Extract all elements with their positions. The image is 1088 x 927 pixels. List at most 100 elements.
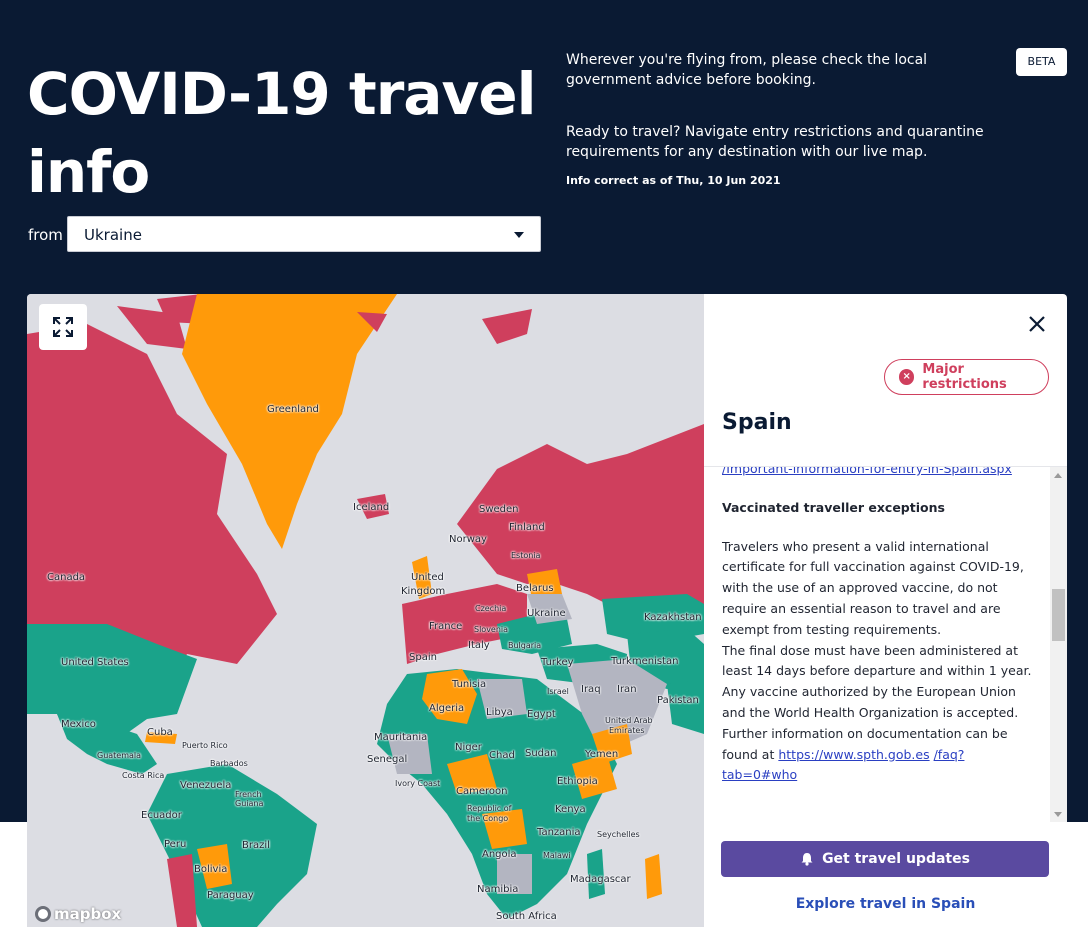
restriction-details[interactable]: /Important-information-for-entry-in-Spai… (704, 466, 1067, 822)
map-country-label: Tunisia (452, 679, 487, 690)
map-country-label: Kenya (555, 804, 586, 815)
map-country-label: Turkmenistan (611, 656, 679, 667)
map-country-label: Brazil (242, 840, 270, 851)
map-country-label: Pakistan (657, 695, 699, 706)
map-country-label: Algeria (429, 703, 465, 714)
map-country-label: Barbados (210, 759, 248, 768)
map-country-label: Puerto Rico (182, 741, 228, 750)
map-country-label: Angola (482, 849, 517, 860)
scroll-down-icon[interactable] (1054, 812, 1062, 817)
vaccination-paragraph: Travelers who present a valid internatio… (722, 538, 1024, 637)
map-country-label: Mauritania (374, 732, 428, 743)
map-country-label: Turkey (541, 657, 574, 668)
beta-badge: BETA (1016, 48, 1067, 76)
map-country-label: Greenland (267, 404, 319, 415)
spth-link[interactable]: https://www.spth.gob.es (778, 747, 929, 762)
map-country-label: Venezuela (180, 780, 232, 791)
map-country-label: Mexico (61, 719, 96, 730)
map-country-label: Tanzania (537, 827, 581, 838)
map-country-label: Iran (617, 684, 637, 695)
map-country-label: Paraguay (207, 890, 254, 901)
fullscreen-button[interactable] (39, 304, 87, 350)
map-country-label: Spain (409, 652, 437, 663)
map-country-label: Ecuador (141, 810, 182, 821)
map-country-label: Namibia (477, 884, 519, 895)
restriction-status-label: Major restrictions (922, 362, 1007, 392)
map-country-label: South Africa (496, 911, 557, 922)
map-country-label: Cameroon (456, 786, 508, 797)
explore-travel-link[interactable]: Explore travel in Spain (704, 896, 1067, 912)
restriction-status-badge: × Major restrictions (884, 359, 1049, 395)
map-country-label: Sudan (525, 748, 557, 759)
dose-paragraph-text: The final dose must have been administer… (722, 642, 1032, 762)
map-country-label: Slovenia (474, 625, 509, 634)
map-country-label: Yemen (585, 749, 619, 760)
map-country-label: Ukraine (527, 608, 566, 619)
map-country-label: Peru (164, 839, 187, 850)
origin-country-value: Ukraine (84, 226, 142, 244)
map-country-label: the Congo (467, 814, 509, 823)
entry-info-link[interactable]: /Important-information-for-entry-in-Spai… (722, 467, 1012, 476)
map-country-label: Israel (547, 687, 569, 696)
map-country-label: United Arab (605, 716, 653, 725)
map-country-label: Sweden (479, 504, 519, 515)
get-travel-updates-button[interactable]: Get travel updates (721, 841, 1049, 877)
map-country-label: Guatemala (97, 751, 142, 760)
expand-icon (53, 317, 73, 337)
page-title: COVID-19 travel info (27, 60, 536, 206)
map-country-label: United States (61, 657, 129, 668)
map-country-label: Costa Rica (122, 771, 165, 780)
bell-icon (801, 853, 813, 866)
mapbox-attribution[interactable]: mapbox (35, 905, 121, 923)
map-country-label: Estonia (511, 551, 541, 560)
section-heading: Vaccinated traveller exceptions (722, 499, 945, 515)
mapbox-text: mapbox (54, 905, 122, 923)
panel-scrollbar[interactable] (1050, 467, 1067, 822)
map-country-label: French (235, 790, 262, 799)
map-country-label: United (411, 572, 444, 583)
travel-map[interactable]: Greenland Iceland Canada Sweden Finland Norwa… (27, 294, 704, 927)
map-country-label: Italy (468, 640, 490, 651)
map-country-label: Ethiopia (557, 776, 598, 787)
map-country-label: Ivory Coast (395, 779, 441, 788)
map-country-label: Emirates (609, 726, 645, 735)
map-country-label: Cuba (147, 727, 173, 738)
x-circle-icon: × (899, 369, 915, 385)
restriction-details-content: /Important-information-for-entry-in-Spai… (722, 467, 1032, 786)
intro-map: Ready to travel? Navigate entry restrict… (566, 124, 984, 160)
country-info-panel: × Major restrictions Spain /Important-in… (704, 294, 1067, 927)
map-country-label: Bulgaria (508, 641, 542, 650)
map-country-label: Kingdom (401, 586, 446, 597)
map-country-label: Canada (47, 572, 86, 583)
map-country-label: Iraq (581, 684, 601, 695)
map-country-label: Kazakhstan (644, 612, 702, 623)
map-country-label: Republic of (467, 804, 512, 813)
updated-date: Info correct as of Thu, 10 Jun 2021 (566, 174, 781, 187)
map-country-label: Chad (489, 750, 515, 761)
mapbox-logo-icon (35, 906, 51, 922)
intro-text: Wherever you're flying from, please chec… (566, 50, 1006, 162)
scrollbar-thumb[interactable] (1052, 589, 1065, 641)
map-country-label: France (429, 621, 463, 632)
from-label: from (28, 226, 63, 244)
map-country-label: Guiana (235, 799, 264, 808)
map-country-label: Seychelles (597, 830, 640, 839)
map-country-label: Egypt (527, 709, 556, 720)
map-country-label: Norway (449, 534, 487, 545)
scroll-up-icon[interactable] (1054, 473, 1062, 478)
map-country-label: Bolivia (194, 864, 228, 875)
map-country-label: Libya (486, 707, 513, 718)
origin-country-select[interactable]: Ukraine (67, 216, 541, 252)
close-icon[interactable] (1027, 314, 1047, 334)
get-travel-updates-label: Get travel updates (822, 851, 970, 867)
map-country-label: Iceland (353, 502, 390, 513)
map-country-label: Malawi (543, 851, 571, 860)
map-country-label: Madagascar (570, 874, 631, 885)
chevron-down-icon (514, 232, 524, 238)
map-country-label: Niger (455, 742, 482, 753)
map-country-label: Czechia (475, 604, 507, 613)
map-country-label: Finland (509, 522, 545, 533)
intro-advice: Wherever you're flying from, please chec… (566, 52, 928, 88)
country-title: Spain (722, 410, 792, 435)
map-country-label: Senegal (367, 754, 408, 765)
